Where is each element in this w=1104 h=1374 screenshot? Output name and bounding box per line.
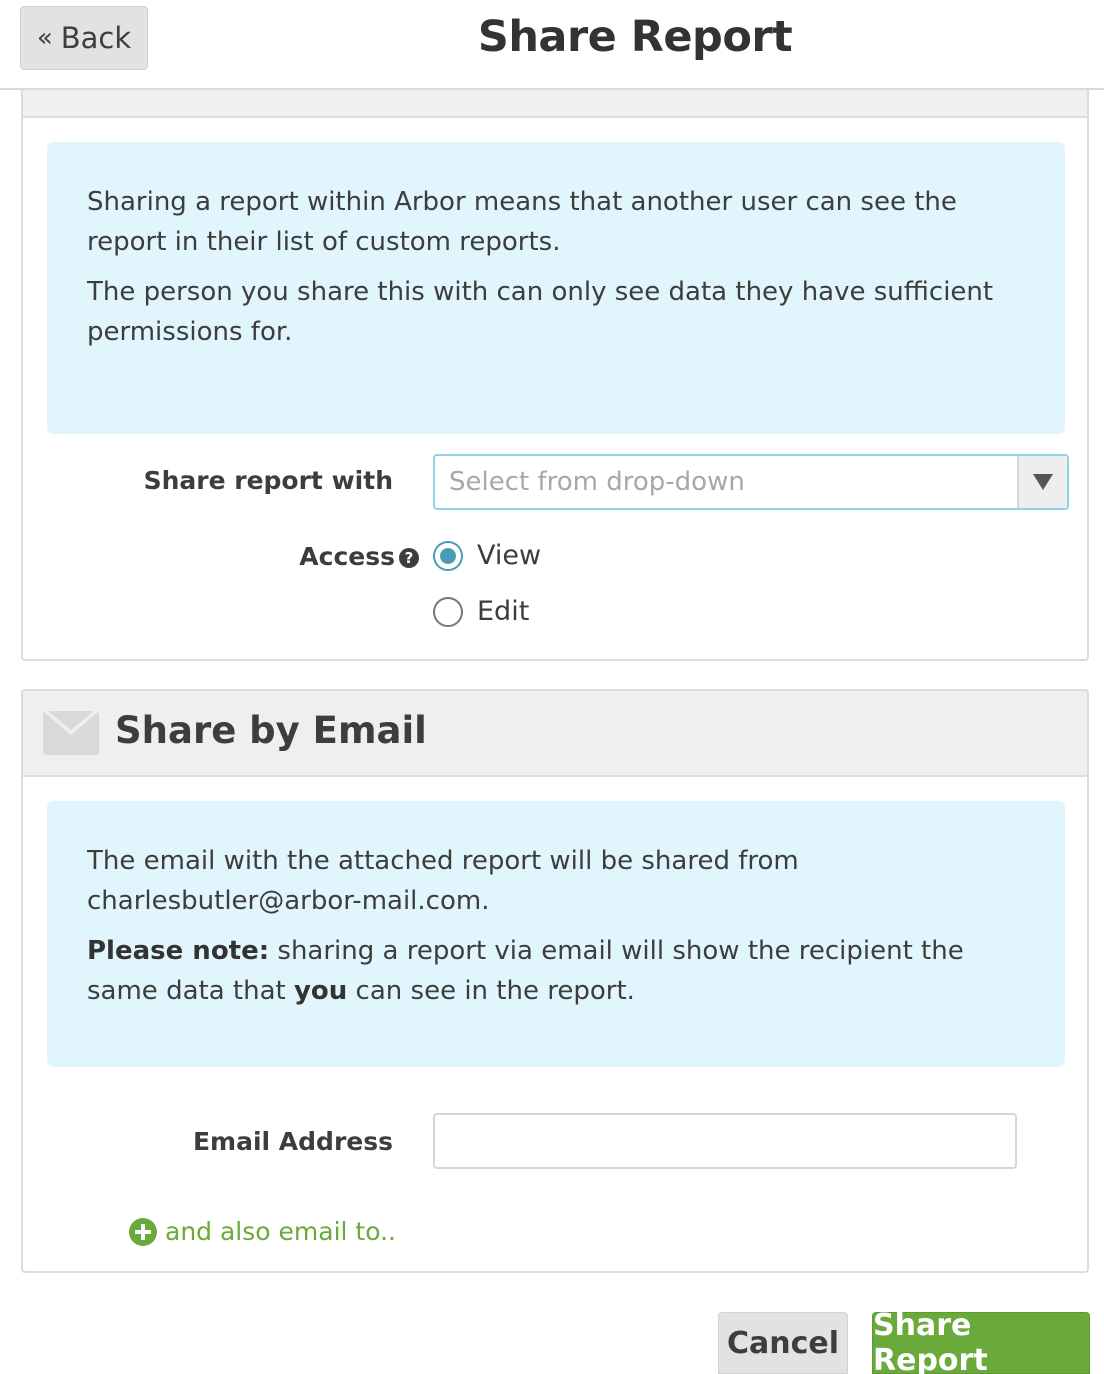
add-email-link[interactable]: and also email to.. — [129, 1217, 396, 1246]
double-chevron-left-icon: « — [36, 23, 53, 53]
top-bar: « Back Share Report — [0, 0, 1104, 90]
cancel-button[interactable]: Cancel — [718, 1312, 848, 1374]
envelope-icon — [43, 711, 99, 755]
triangle-down-icon — [1033, 474, 1053, 490]
share-with-label: Share report with — [143, 466, 393, 495]
email-note: Please note: sharing a report via email … — [87, 931, 1025, 1011]
email-info-box: The email with the attached report will … — [47, 801, 1065, 1067]
email-note-text-b: can see in the report. — [347, 976, 635, 1006]
access-label-group: Access? — [83, 542, 419, 571]
plus-circle-icon — [129, 1217, 157, 1246]
back-button-label: Back — [60, 21, 132, 55]
share-info-text-2: The person you share this with can only … — [87, 277, 994, 347]
add-email-label: and also email to.. — [165, 1217, 396, 1246]
radio-edit-label: Edit — [477, 596, 530, 627]
access-option-edit[interactable]: Edit — [433, 596, 529, 627]
access-label: Access — [299, 542, 395, 571]
access-option-view[interactable]: View — [433, 540, 541, 571]
radio-view-label: View — [477, 540, 542, 571]
radio-edit[interactable] — [433, 596, 463, 627]
email-panel-title: Share by Email — [115, 709, 427, 752]
email-address-input[interactable] — [433, 1113, 1017, 1169]
email-panel-header: Share by Email — [23, 691, 1087, 777]
share-info-text-1: Sharing a report within Arbor means that… — [87, 187, 957, 257]
email-note-you: you — [293, 976, 348, 1006]
email-info-text: The email with the attached report will … — [87, 846, 799, 916]
email-address-label: Email Address — [192, 1127, 393, 1156]
share-report-button[interactable]: Share Report — [872, 1308, 1090, 1374]
share-with-select[interactable] — [433, 454, 1069, 510]
share-with-input[interactable] — [435, 456, 1017, 508]
radio-view[interactable] — [433, 540, 463, 571]
share-info-box: Sharing a report within Arbor means that… — [47, 142, 1065, 434]
dropdown-toggle[interactable] — [1017, 456, 1067, 508]
back-button[interactable]: « Back — [20, 6, 148, 70]
share-by-email-panel: Share by Email The email with the attach… — [21, 689, 1089, 1273]
share-internal-panel: Sharing a report within Arbor means that… — [21, 60, 1089, 661]
page-title: Share Report — [477, 12, 793, 62]
help-icon[interactable]: ? — [399, 548, 419, 568]
email-note-bold: Please note: — [87, 936, 270, 966]
